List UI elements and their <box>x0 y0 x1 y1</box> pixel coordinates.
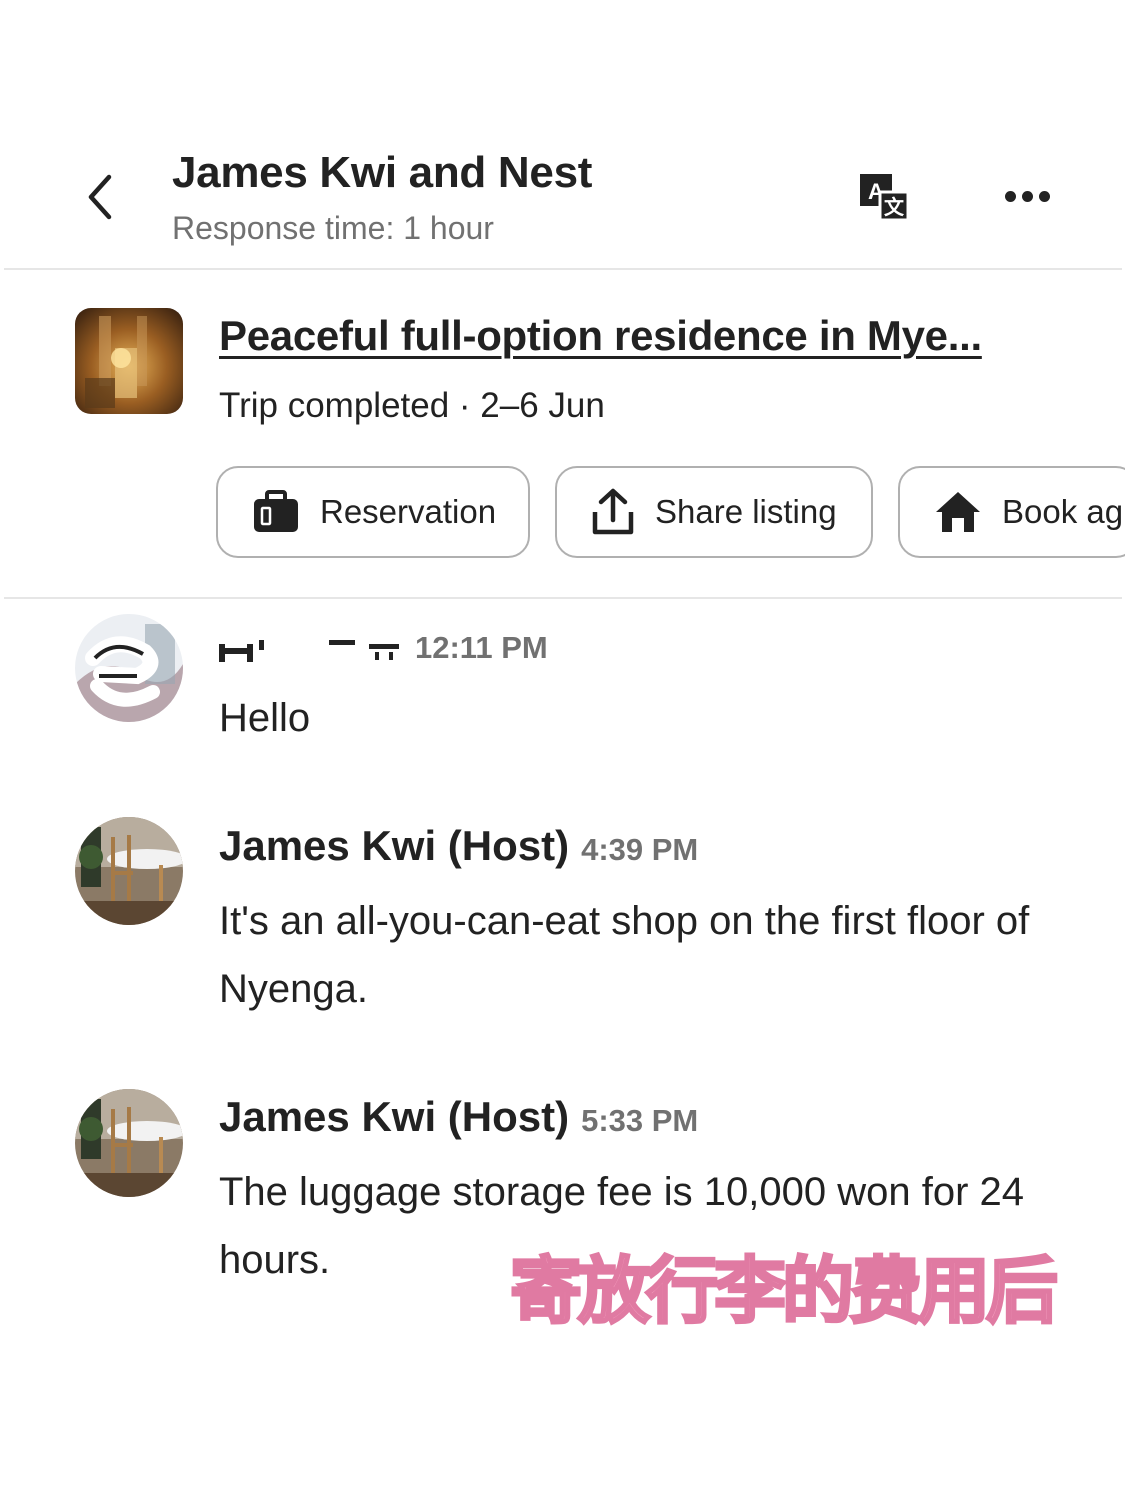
response-time: Response time: 1 hour <box>172 210 494 246</box>
translate-icon: A 文 <box>860 174 910 222</box>
more-options-button[interactable] <box>998 176 1056 216</box>
sender-name: James Kwi (Host) <box>219 822 570 869</box>
sender-name: James Kwi (Host) <box>219 1093 570 1140</box>
host-avatar-image <box>75 817 183 925</box>
chevron-left-icon <box>88 174 112 220</box>
guest-name-redacted <box>219 626 404 662</box>
listing-title-link[interactable]: Peaceful full-option residence in Mye... <box>219 312 982 360</box>
back-button[interactable] <box>70 165 130 229</box>
more-dot <box>1021 190 1033 202</box>
host-name: James Kwi (Host) 4:39 PM <box>219 822 698 870</box>
reservation-button[interactable]: Reservation <box>216 466 530 558</box>
host-name: James Kwi (Host) 5:33 PM <box>219 1093 698 1141</box>
book-again-button[interactable]: Book ag <box>898 466 1125 558</box>
host-avatar[interactable] <box>75 1089 183 1197</box>
share-listing-label: Share listing <box>655 493 837 530</box>
conversation-title: James Kwi and Nest <box>172 148 593 197</box>
share-listing-button[interactable]: Share listing <box>555 466 873 558</box>
message-text: Hello <box>219 696 311 740</box>
overlay-caption: 寄放行李的费用后 <box>508 1248 1059 1335</box>
host-avatar-image <box>75 1089 183 1197</box>
suitcase-icon <box>254 490 298 532</box>
listing-thumbnail[interactable] <box>75 308 183 414</box>
more-dot <box>1038 190 1050 202</box>
listing-divider <box>4 597 1122 599</box>
guest-avatar[interactable] <box>75 614 183 722</box>
svg-text:文: 文 <box>884 195 905 219</box>
book-again-label: Book ag <box>1002 493 1124 530</box>
header-divider <box>4 268 1122 270</box>
reservation-label: Reservation <box>320 493 497 530</box>
message-time: 12:11 PM <box>415 630 548 665</box>
listing-photo <box>75 308 183 414</box>
message-text: It's an all-you-can-eat shop on the firs… <box>219 899 1030 1011</box>
guest-avatar-image <box>75 614 183 722</box>
more-horizontal-icon <box>1004 190 1016 202</box>
message-time: 4:39 PM <box>581 832 699 867</box>
trip-status: Trip completed · 2–6 Jun <box>219 386 605 425</box>
share-icon <box>592 488 634 535</box>
host-avatar[interactable] <box>75 817 183 925</box>
message-time: 5:33 PM <box>581 1103 699 1138</box>
home-icon <box>936 492 980 532</box>
translate-button[interactable]: A 文 <box>856 170 912 226</box>
